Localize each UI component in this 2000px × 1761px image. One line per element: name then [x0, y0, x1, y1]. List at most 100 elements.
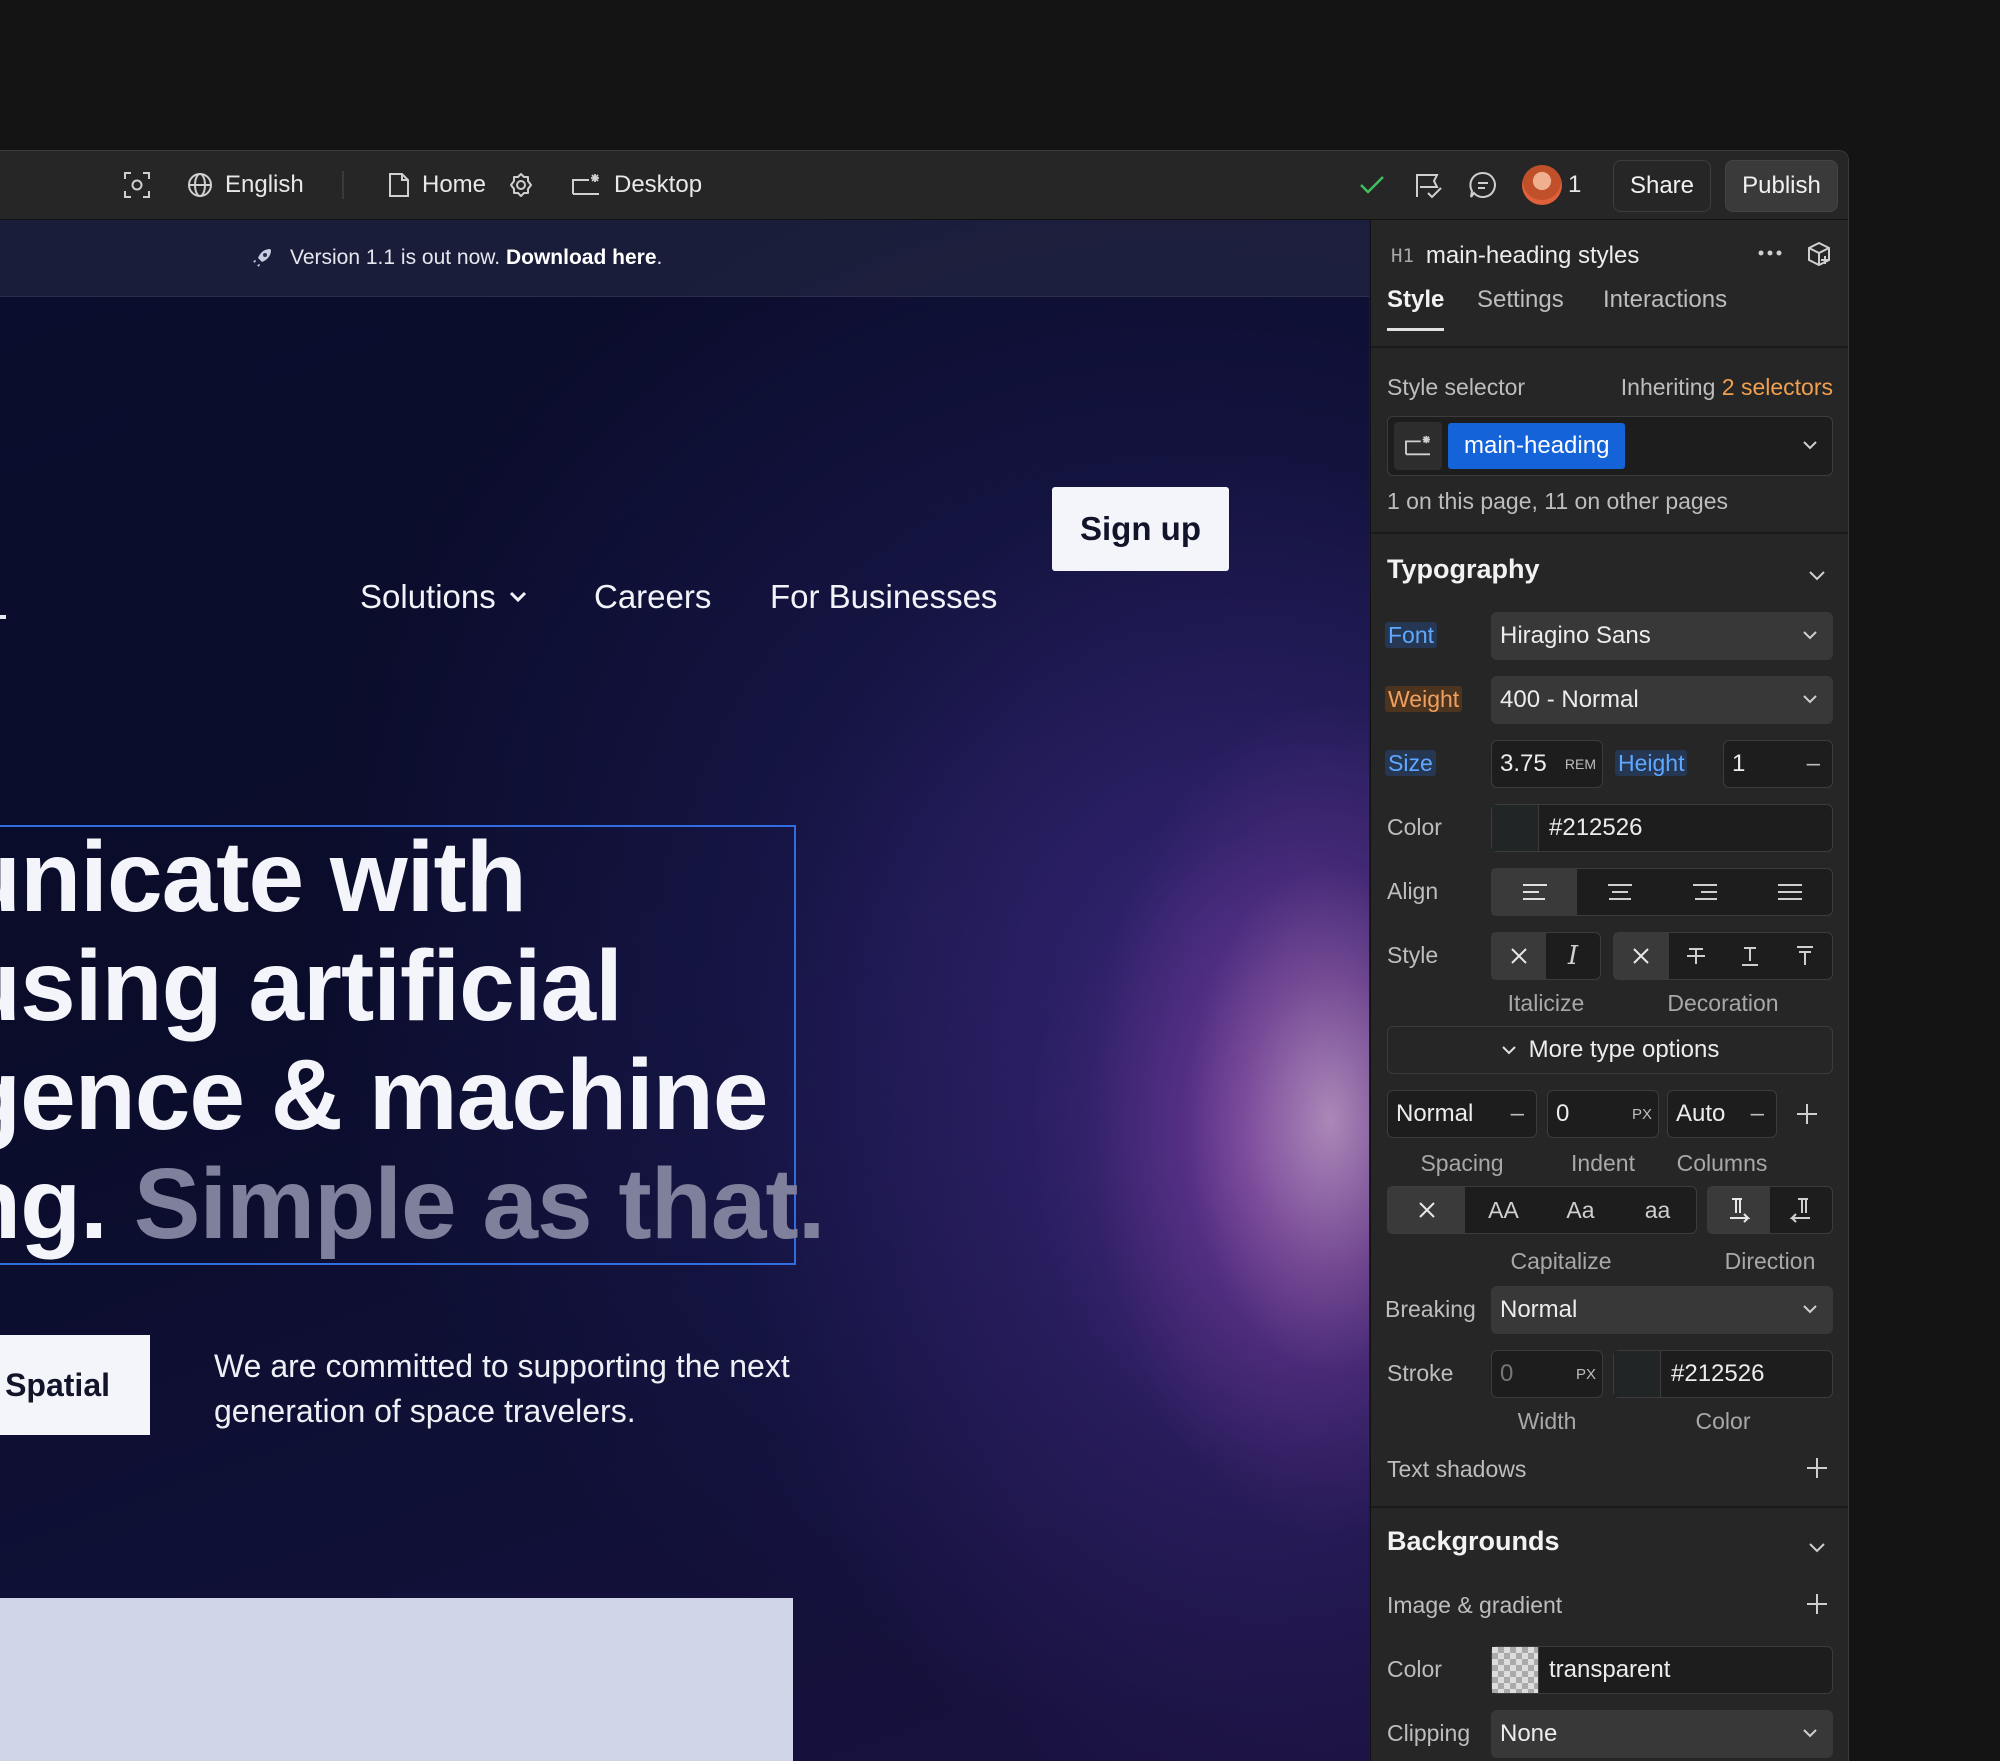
unit-dash-icon[interactable]: –	[1751, 1100, 1764, 1128]
stroke-color-field[interactable]: #212526	[1613, 1350, 1833, 1398]
italic-icon[interactable]: I	[1546, 933, 1600, 979]
editor-window: English Home Desktop 1 Share Publish Ver…	[0, 150, 1849, 1761]
nav-careers[interactable]: Careers	[594, 578, 711, 616]
align-right-icon[interactable]	[1662, 869, 1747, 915]
inheriting-count[interactable]: 2 selectors	[1722, 374, 1833, 400]
more-type-options-button[interactable]: More type options	[1387, 1026, 1833, 1074]
align-center-icon[interactable]	[1577, 869, 1662, 915]
ltr-icon[interactable]	[1708, 1187, 1770, 1233]
plus-icon[interactable]	[1805, 1592, 1829, 1616]
align-justify-icon[interactable]	[1747, 869, 1832, 915]
nav-for-businesses[interactable]: For Businesses	[770, 578, 997, 616]
editor-toolbar: English Home Desktop 1 Share Publish	[0, 151, 1848, 220]
plus-icon[interactable]	[1805, 1456, 1829, 1480]
design-canvas[interactable]: Version 1.1 is out now. Download here. S…	[0, 220, 1369, 1761]
capitalize-label: Capitalize	[1510, 1248, 1612, 1274]
main-heading[interactable]: unicate with using artificial gence & ma…	[0, 823, 860, 1259]
backgrounds-section-title[interactable]: Backgrounds	[1387, 1526, 1560, 1557]
breakpoint-label: Desktop	[614, 171, 703, 198]
collaborators[interactable]: 1	[1522, 151, 1581, 219]
columns-input[interactable]: Auto –	[1667, 1090, 1777, 1138]
tab-style[interactable]: Style	[1387, 286, 1445, 331]
signup-button[interactable]: Sign up	[1052, 487, 1229, 571]
stroke-width-input[interactable]: 0 PX	[1491, 1350, 1603, 1398]
comments-flag-icon[interactable]	[1414, 151, 1444, 219]
inheriting-prefix: Inheriting	[1620, 374, 1716, 400]
stroke-width-value: 0	[1500, 1360, 1514, 1387]
language-label: English	[225, 171, 304, 198]
more-options-icon[interactable]	[1757, 248, 1783, 258]
unit-dash-icon[interactable]: –	[1511, 1100, 1524, 1128]
indent-input[interactable]: 0 PX	[1547, 1090, 1659, 1138]
plus-icon[interactable]	[1795, 1102, 1819, 1126]
chevron-down-icon	[1803, 695, 1817, 704]
lowercase-option[interactable]: aa	[1619, 1187, 1696, 1233]
breakpoint-selector[interactable]: Desktop	[570, 151, 702, 219]
selector-chip[interactable]: main-heading	[1448, 423, 1626, 469]
share-button[interactable]: Share	[1613, 160, 1711, 212]
uppercase-option[interactable]: AA	[1465, 1187, 1542, 1233]
align-control	[1491, 868, 1833, 916]
publish-button[interactable]: Publish	[1725, 160, 1838, 212]
bg-color-field[interactable]: transparent	[1491, 1646, 1833, 1694]
chat-icon[interactable]	[1468, 151, 1498, 219]
clipping-select[interactable]: None	[1491, 1710, 1833, 1758]
stroke-unit[interactable]: PX	[1576, 1366, 1596, 1383]
letter-spacing-input[interactable]: Normal –	[1387, 1090, 1537, 1138]
font-value: Hiragino Sans	[1500, 622, 1651, 649]
component-icon[interactable]	[1805, 240, 1833, 268]
stroke-color-swatch[interactable]	[1614, 1351, 1661, 1397]
logo-fragment	[0, 615, 6, 619]
weight-select[interactable]: 400 - Normal	[1491, 676, 1833, 724]
page-selector[interactable]: Home	[388, 151, 486, 219]
tab-settings[interactable]: Settings	[1477, 286, 1564, 314]
nav-solutions[interactable]: Solutions	[360, 578, 528, 616]
size-unit[interactable]: REM	[1565, 756, 1596, 772]
bg-color-value: transparent	[1549, 1656, 1671, 1683]
chevron-down-icon[interactable]	[1802, 440, 1818, 450]
stroke-label: Stroke	[1387, 1360, 1454, 1386]
no-italic-icon[interactable]	[1492, 933, 1546, 979]
breaking-label: Breaking	[1385, 1296, 1476, 1322]
transparent-swatch[interactable]	[1492, 1647, 1539, 1693]
tab-interactions[interactable]: Interactions	[1603, 286, 1727, 314]
font-label: Font	[1385, 622, 1438, 649]
clipping-value: None	[1500, 1720, 1558, 1747]
overline-icon[interactable]	[1778, 933, 1833, 979]
collaborator-count: 1	[1568, 171, 1582, 198]
align-left-icon[interactable]	[1492, 869, 1577, 915]
decoration-control	[1613, 932, 1833, 980]
banner-download-link[interactable]: Download here	[506, 246, 657, 269]
no-transform-icon[interactable]	[1388, 1187, 1465, 1233]
line-height-input[interactable]: 1 –	[1723, 740, 1833, 788]
underline-icon[interactable]	[1723, 933, 1778, 979]
saved-check-icon	[1358, 151, 1386, 219]
strikethrough-icon[interactable]	[1669, 933, 1724, 979]
page-settings-icon[interactable]	[508, 151, 534, 219]
typography-section-title[interactable]: Typography	[1387, 554, 1540, 585]
desktop-breakpoint-icon	[572, 174, 599, 195]
capitalize-option[interactable]: Aa	[1542, 1187, 1619, 1233]
font-select[interactable]: Hiragino Sans	[1491, 612, 1833, 660]
color-swatch[interactable]	[1492, 805, 1539, 851]
rocket-icon	[253, 249, 271, 267]
announcement-banner: Version 1.1 is out now. Download here.	[0, 220, 1369, 297]
height-label: Height	[1615, 750, 1688, 777]
color-value: #212526	[1549, 814, 1643, 841]
language-switcher[interactable]: English	[187, 151, 304, 219]
unit-dash-icon[interactable]: –	[1807, 750, 1820, 778]
preview-icon[interactable]	[122, 151, 152, 219]
chevron-down-icon[interactable]	[1808, 1542, 1826, 1554]
breaking-select[interactable]: Normal	[1491, 1286, 1833, 1334]
no-decoration-icon[interactable]	[1614, 933, 1669, 979]
section-divider	[1371, 532, 1848, 534]
inheriting-info[interactable]: Inheriting 2 selectors	[1621, 374, 1833, 401]
toolbar-divider	[342, 171, 344, 199]
rtl-icon[interactable]	[1770, 1187, 1832, 1233]
chevron-down-icon[interactable]	[1808, 570, 1826, 582]
style-selector-field[interactable]: main-heading	[1387, 416, 1833, 476]
text-color-field[interactable]: #212526	[1491, 804, 1833, 852]
size-input[interactable]: 3.75 REM	[1491, 740, 1603, 788]
indent-unit[interactable]: PX	[1632, 1106, 1652, 1123]
cta-button[interactable]: Spatial	[0, 1335, 150, 1435]
